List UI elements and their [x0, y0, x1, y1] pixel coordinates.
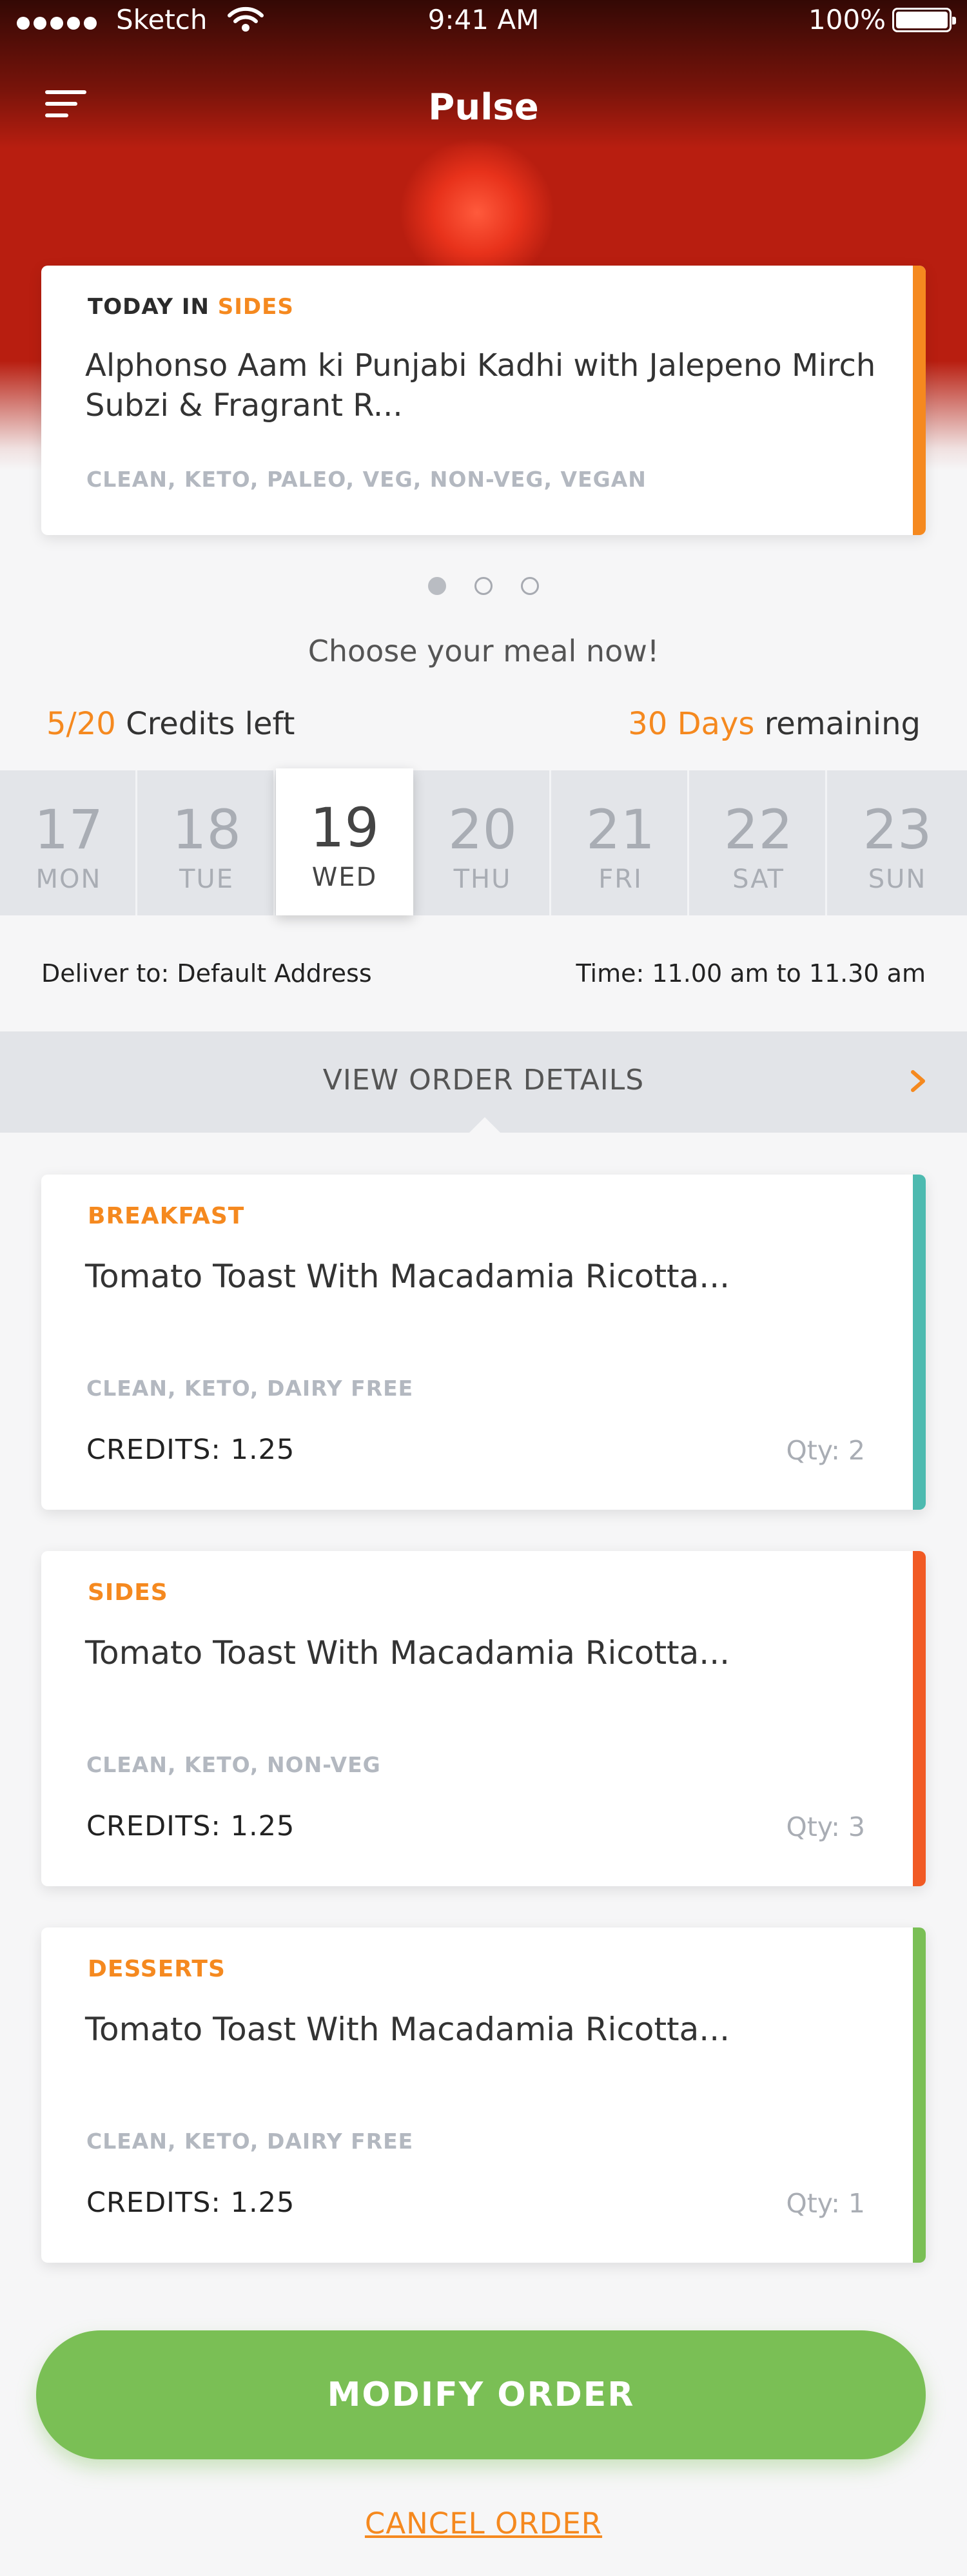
meal-card-sides[interactable]: SIDES Tomato Toast With Macadamia Ricott… — [41, 1551, 926, 1886]
meal-category: SIDES — [88, 1579, 168, 1606]
day-name: THU — [453, 864, 512, 894]
meal-quantity: Qty: 1 — [786, 2188, 865, 2219]
meal-card-breakfast[interactable]: BREAKFAST Tomato Toast With Macadamia Ri… — [41, 1175, 926, 1510]
meal-quantity: Qty: 3 — [786, 1811, 865, 1842]
chevron-right-icon[interactable] — [905, 1068, 931, 1094]
day-number: 18 — [172, 798, 241, 861]
carousel-dot[interactable] — [428, 577, 446, 595]
credits-value: 5/20 — [46, 706, 116, 742]
featured-label: TODAY IN SIDES — [88, 294, 294, 320]
day-item[interactable]: 18 TUE — [138, 770, 275, 915]
day-item[interactable]: 17 MON — [0, 770, 137, 915]
view-order-pointer — [469, 1117, 500, 1133]
day-number: 20 — [448, 798, 517, 861]
delivery-address[interactable]: Deliver to: Default Address — [41, 959, 372, 988]
day-selector: 17 MON 18 TUE 19 WED 20 THU 21 FRI 22 SA… — [0, 768, 967, 915]
meal-title: Tomato Toast With Macadamia Ricotta... — [85, 1258, 730, 1295]
card-accent-stripe — [913, 266, 926, 535]
day-number: 19 — [310, 796, 379, 859]
meal-tags: CLEAN, KETO, DAIRY FREE — [86, 2129, 414, 2154]
day-item[interactable]: 20 THU — [414, 770, 551, 915]
card-accent-stripe — [913, 1175, 926, 1510]
meal-card-desserts[interactable]: DESSERTS Tomato Toast With Macadamia Ric… — [41, 1927, 926, 2263]
card-accent-stripe — [913, 1927, 926, 2263]
meal-credits: CREDITS: 1.25 — [86, 1810, 295, 1842]
day-item-selected[interactable]: 19 WED — [276, 768, 413, 915]
meal-category: DESSERTS — [88, 1956, 226, 1982]
delivery-time[interactable]: Time: 11.00 am to 11.30 am — [576, 959, 926, 988]
featured-meal-card[interactable]: TODAY IN SIDES Alphonso Aam ki Punjabi K… — [41, 266, 926, 535]
meal-tags: CLEAN, KETO, NON-VEG — [86, 1752, 381, 1777]
day-item[interactable]: 21 FRI — [552, 770, 689, 915]
view-order-details-label[interactable]: VIEW ORDER DETAILS — [0, 1064, 967, 1097]
day-number: 23 — [863, 798, 932, 861]
featured-meal-tags: CLEAN, KETO, PALEO, VEG, NON-VEG, VEGAN — [86, 467, 647, 492]
meal-title: Tomato Toast With Macadamia Ricotta... — [85, 2011, 730, 2048]
days-remaining-label: remaining — [764, 706, 921, 742]
day-number: 22 — [724, 798, 793, 861]
meal-quantity: Qty: 2 — [786, 1435, 865, 1466]
day-name: MON — [35, 864, 102, 894]
meal-category: BREAKFAST — [88, 1203, 245, 1229]
meal-credits: CREDITS: 1.25 — [86, 1434, 295, 1466]
days-remaining-value: 30 Days — [628, 706, 755, 742]
carousel-dot[interactable] — [474, 577, 493, 595]
featured-label-category: SIDES — [217, 294, 294, 320]
meal-title: Tomato Toast With Macadamia Ricotta... — [85, 1634, 730, 1672]
day-name: SUN — [868, 864, 927, 894]
featured-label-prefix: TODAY IN — [88, 294, 210, 320]
days-remaining: 30 Days remaining — [628, 706, 921, 742]
day-name: SAT — [732, 864, 785, 894]
credits-label: Credits left — [126, 706, 295, 742]
choose-meal-prompt: Choose your meal now! — [308, 634, 659, 668]
app-title: Pulse — [428, 86, 539, 128]
battery-label: 100% — [808, 4, 886, 35]
card-accent-stripe — [913, 1551, 926, 1886]
meal-credits: CREDITS: 1.25 — [86, 2187, 295, 2219]
day-name: TUE — [179, 864, 234, 894]
day-number: 21 — [586, 798, 655, 861]
day-item[interactable]: 23 SUN — [828, 770, 967, 915]
modify-order-button[interactable]: MODIFY ORDER — [36, 2330, 926, 2459]
day-number: 17 — [34, 798, 103, 861]
day-name: WED — [311, 863, 378, 892]
meal-tags: CLEAN, KETO, DAIRY FREE — [86, 1376, 414, 1401]
day-name: FRI — [598, 864, 643, 894]
day-item[interactable]: 22 SAT — [690, 770, 827, 915]
cancel-order-link[interactable]: CANCEL ORDER — [0, 2506, 967, 2541]
carousel-dot[interactable] — [521, 577, 539, 595]
battery-icon — [892, 8, 956, 32]
featured-meal-title: Alphonso Aam ki Punjabi Kadhi with Jalep… — [85, 347, 876, 424]
carousel-indicator — [0, 577, 967, 595]
credits-left: 5/20 Credits left — [46, 706, 295, 742]
